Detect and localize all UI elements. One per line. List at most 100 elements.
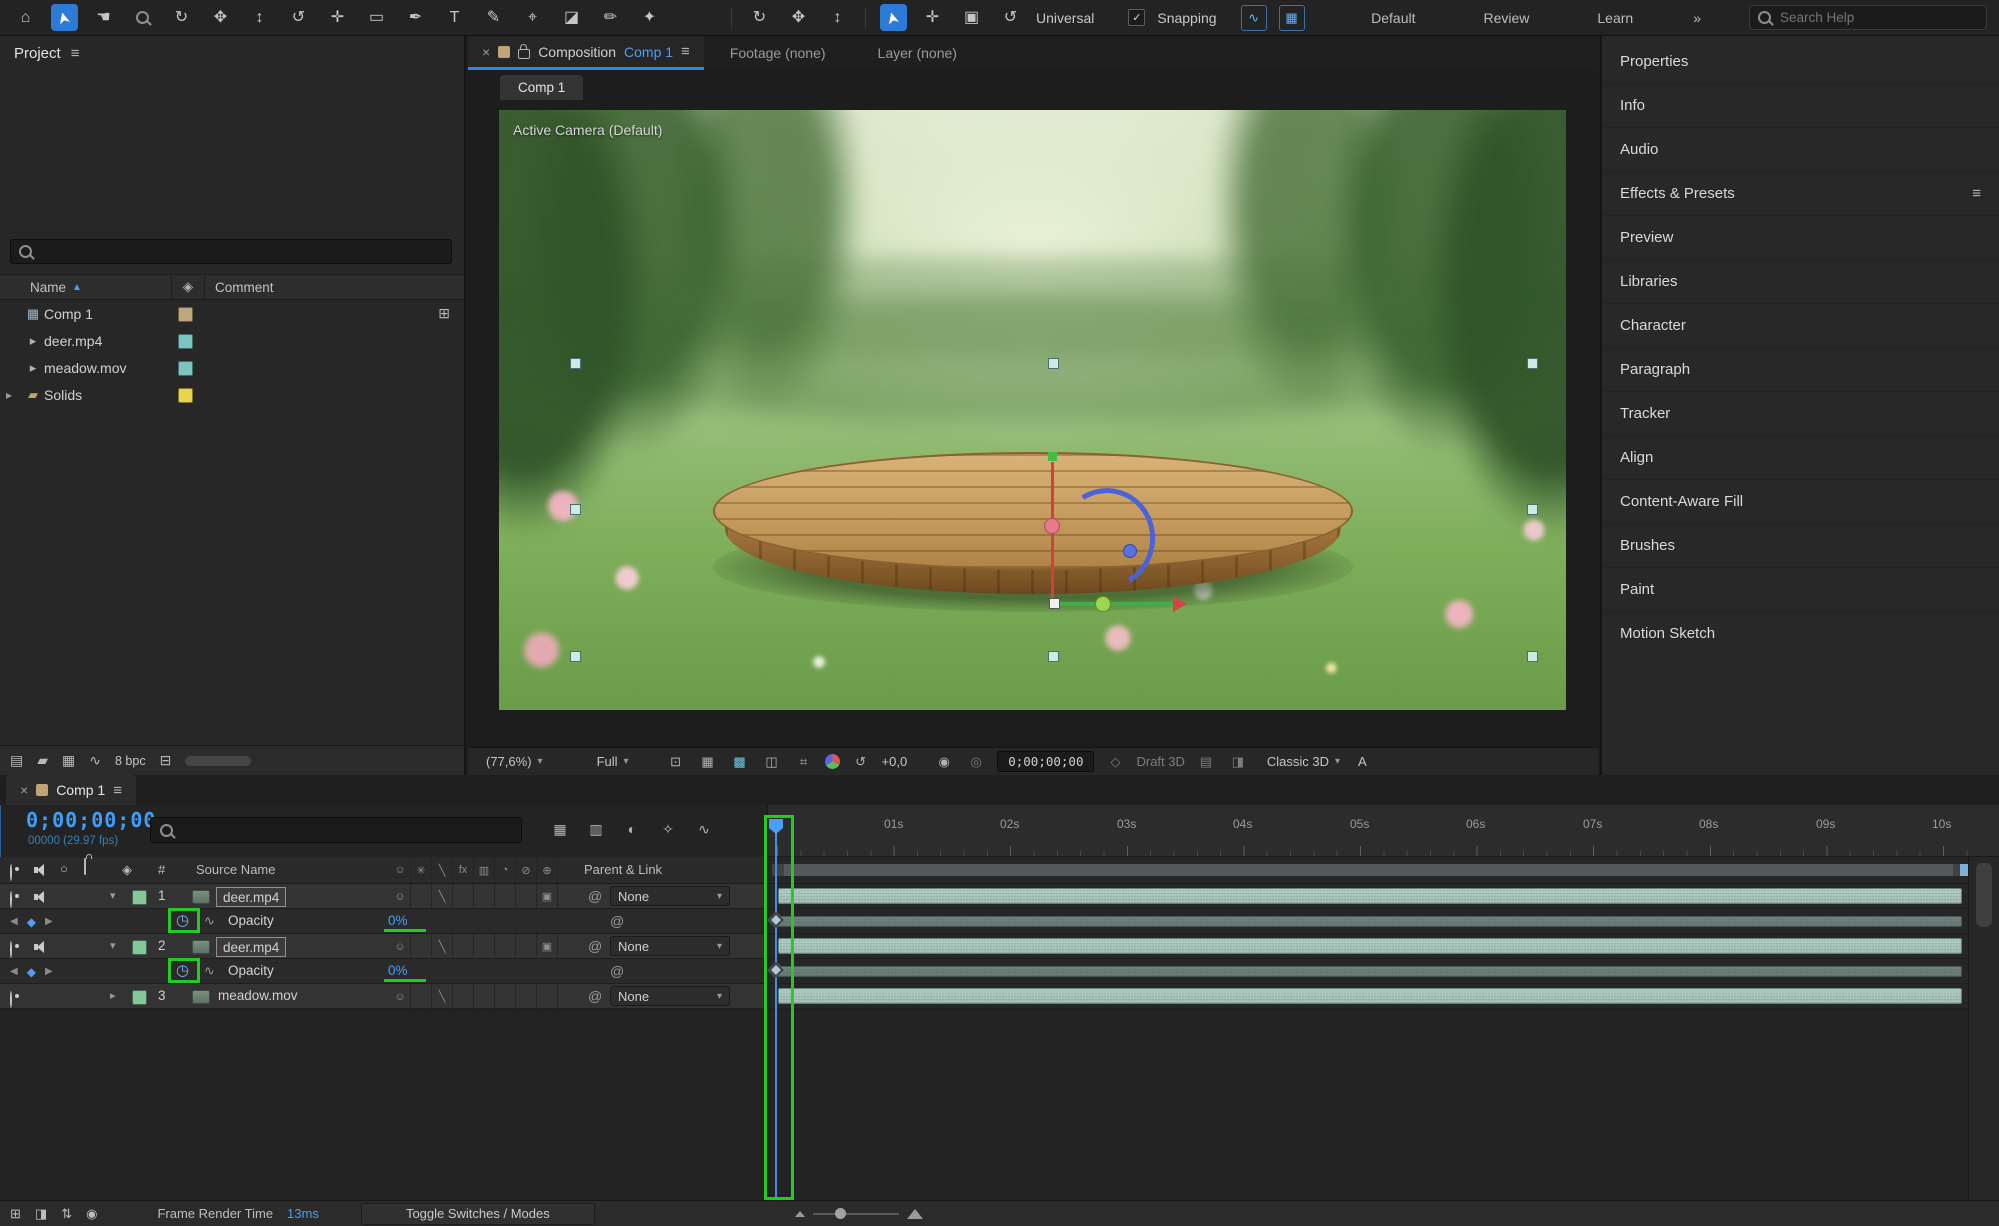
property-pickwhip-icon[interactable]: @ <box>610 963 624 979</box>
selection-handle[interactable] <box>570 651 581 662</box>
parent-pickwhip-icon[interactable]: @ <box>588 888 602 904</box>
label-color-chip[interactable] <box>178 307 193 322</box>
motion-blur-switch[interactable] <box>495 934 516 959</box>
new-composition-icon[interactable]: ▦ <box>62 752 75 769</box>
twirl-open-icon[interactable]: ▾ <box>110 889 116 902</box>
parent-dropdown[interactable]: None▾ <box>610 986 730 1006</box>
stopwatch-icon[interactable]: ◷ <box>176 913 189 928</box>
fx-switch[interactable] <box>453 884 474 909</box>
fx-switch[interactable] <box>453 934 474 959</box>
twirl-closed-icon[interactable]: ▸ <box>110 989 116 1002</box>
show-snapshot-icon[interactable]: ◎ <box>965 752 987 772</box>
project-search-input[interactable] <box>10 239 452 264</box>
panel-item-tracker[interactable]: Tracker <box>1602 392 1999 436</box>
comp-canvas[interactable]: Active Camera (Default) <box>499 110 1566 710</box>
rectangle-tool-icon[interactable]: ▭ <box>363 4 390 31</box>
layer-row-2[interactable]: ▾ 2 deer.mp4 ☺ ╲ ▣ @ <box>0 934 1999 959</box>
selection-handle[interactable] <box>1048 358 1059 369</box>
property-pickwhip-icon[interactable]: @ <box>610 913 624 929</box>
shy-column-icon[interactable]: ☺ <box>390 857 411 883</box>
gizmo-select-icon[interactable]: ➤ <box>880 4 907 31</box>
grid-options-icon[interactable]: ▦ <box>697 752 719 772</box>
property-track-1[interactable] <box>768 909 1999 933</box>
prev-keyframe-icon[interactable]: ◀ <box>10 966 18 977</box>
lock-column-icon[interactable] <box>84 859 86 874</box>
parent-dropdown[interactable]: None▾ <box>610 936 730 956</box>
gizmo-x-axis[interactable] <box>1055 602 1173 606</box>
trash-icon[interactable]: ⊟ <box>160 752 172 769</box>
project-row-comp1[interactable]: ▦ Comp 1 ⊞ <box>0 300 464 327</box>
panel-menu-icon[interactable]: ≡ <box>1972 185 1981 202</box>
panel-item-brushes[interactable]: Brushes <box>1602 524 1999 568</box>
layer-bar[interactable] <box>778 988 1962 1004</box>
layer-color-chip[interactable] <box>132 990 147 1005</box>
playhead-line[interactable] <box>775 833 777 1198</box>
panel-item-content-aware-fill[interactable]: Content-Aware Fill <box>1602 480 1999 524</box>
3d-column-icon[interactable]: ⊕ <box>537 857 558 883</box>
shy-switch[interactable]: ☺ <box>390 884 411 909</box>
property-row-opacity-1[interactable]: ◀ ◆ ▶ ◷ ∿ Opacity 0% @ <box>0 909 1999 934</box>
dolly-camera-tool-icon[interactable]: ↕ <box>246 4 273 31</box>
mask-switch[interactable] <box>474 884 495 909</box>
layer-bar[interactable] <box>778 938 1962 954</box>
property-name[interactable]: Opacity <box>228 963 274 978</box>
solo-column-icon[interactable]: ○ <box>60 861 68 876</box>
pixel-aspect-icon[interactable]: ◨ <box>1227 752 1249 772</box>
pan-behind-tool-icon[interactable]: ✛ <box>324 4 351 31</box>
selection-handle[interactable] <box>1527 358 1538 369</box>
mask-column-icon[interactable]: ▥ <box>474 857 495 883</box>
selection-handle[interactable] <box>1048 651 1059 662</box>
gizmo-y-axis[interactable] <box>1051 462 1054 610</box>
adjustment-column-icon[interactable]: ⊘ <box>516 857 537 883</box>
add-keyframe-icon[interactable]: ◆ <box>27 915 36 929</box>
project-scrollbar[interactable] <box>185 756 251 766</box>
graph-toggle-icon[interactable]: ∿ <box>204 963 215 979</box>
property-track-2[interactable] <box>768 959 1999 983</box>
project-bit-depth[interactable]: 8 bpc <box>115 754 146 768</box>
add-keyframe-icon[interactable]: ◆ <box>27 965 36 979</box>
rotation-tool-icon[interactable]: ↺ <box>285 4 312 31</box>
magnification-dropdown[interactable]: (77,6%)▾ <box>478 752 551 771</box>
motion-blur-switch[interactable] <box>495 884 516 909</box>
zoom-in-icon[interactable] <box>907 1209 923 1219</box>
adjustment-switch[interactable] <box>516 934 537 959</box>
composition-mini-flowchart-icon[interactable]: ▦ <box>548 817 572 841</box>
interpret-footage-icon[interactable]: ▤ <box>10 752 23 769</box>
color-management-icon[interactable] <box>825 754 840 769</box>
label-color-chip[interactable] <box>178 334 193 349</box>
layer-track-1[interactable] <box>768 884 1999 908</box>
column-name[interactable]: Name ▲ <box>0 275 172 299</box>
help-search-input[interactable] <box>1778 9 1978 26</box>
roto-brush-tool-icon[interactable]: ✏ <box>597 4 624 31</box>
selection-handle[interactable] <box>1527 651 1538 662</box>
expand-transfer-icon[interactable]: ⊞ <box>10 1206 21 1222</box>
quality-switch[interactable]: ╲ <box>432 934 453 959</box>
eraser-tool-icon[interactable]: ◪ <box>558 4 585 31</box>
gizmo-position-icon[interactable]: ✛ <box>919 4 946 31</box>
layer-eye-icon[interactable] <box>10 892 12 907</box>
frame-blending-icon[interactable]: ◐ <box>620 817 644 841</box>
current-timecode[interactable]: 0;00;00;00 <box>26 808 156 832</box>
quality-column-icon[interactable]: ╲ <box>432 857 453 883</box>
zoom-slider-knob[interactable] <box>835 1208 846 1219</box>
label-color-chip[interactable] <box>178 361 193 376</box>
stopwatch-icon[interactable]: ◷ <box>176 963 189 978</box>
gizmo-rotate-icon[interactable]: ↺ <box>997 4 1024 31</box>
mask-switch[interactable] <box>474 984 495 1009</box>
pen-tool-icon[interactable]: ✒ <box>402 4 429 31</box>
workspace-review[interactable]: Review <box>1479 10 1533 26</box>
opacity-value[interactable]: 0% <box>388 963 408 978</box>
panel-item-audio[interactable]: Audio <box>1602 128 1999 172</box>
selection-handle[interactable] <box>570 358 581 369</box>
fast-previews-icon[interactable]: ▤ <box>1195 752 1217 772</box>
layer-track-2[interactable] <box>768 934 1999 958</box>
puppet-pin-tool-icon[interactable]: ✦ <box>636 4 663 31</box>
panel-menu-icon[interactable]: ≡ <box>681 43 690 60</box>
selection-handle[interactable] <box>1527 504 1538 515</box>
fx-column-icon[interactable]: fx <box>453 857 474 883</box>
tab-footage[interactable]: Footage (none) <box>704 36 852 70</box>
snapshot-icon[interactable]: ◉ <box>933 752 955 772</box>
prev-keyframe-icon[interactable]: ◀ <box>10 916 18 927</box>
camera-dolly-icon[interactable]: ↕ <box>824 4 851 31</box>
expand-arrow-icon[interactable]: ▸ <box>0 388 22 402</box>
